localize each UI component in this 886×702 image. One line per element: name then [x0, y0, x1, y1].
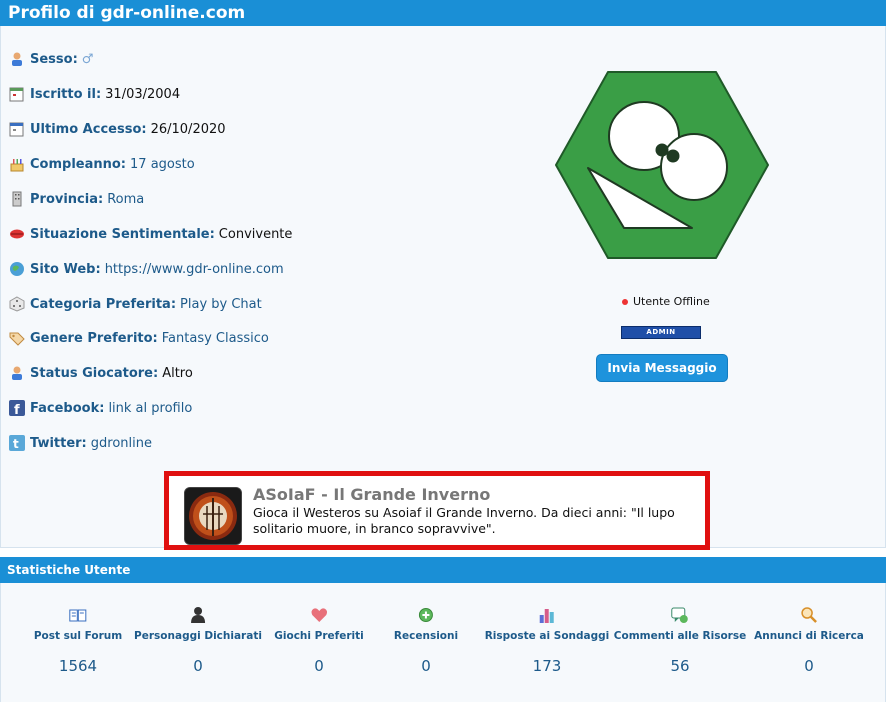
game-logo-image[interactable]: [184, 487, 242, 545]
stat-recensioni[interactable]: Recensioni 0: [394, 606, 458, 675]
calendar-icon: [9, 86, 25, 102]
plus-circle-icon: [417, 606, 435, 624]
stat-giochi-preferiti[interactable]: Giochi Preferiti 0: [274, 606, 364, 675]
field-ultimo-accesso: Ultimo Accesso: 26/10/2020: [9, 119, 226, 139]
stat-risposte-sondaggi[interactable]: Risposte ai Sondaggi 173: [485, 606, 609, 675]
calendar-icon: [9, 121, 25, 137]
stats-title: Statistiche Utente: [0, 557, 886, 583]
field-status-giocatore: Status Giocatore: Altro: [9, 363, 193, 383]
comment-icon: [671, 606, 689, 624]
field-facebook: f Facebook: link al profilo: [9, 398, 192, 418]
field-provincia: Provincia: Roma: [9, 189, 144, 209]
facebook-icon: f: [9, 400, 25, 418]
user-icon: [9, 51, 25, 67]
magnifier-icon: [800, 606, 818, 624]
field-situazione-sentimentale: Situazione Sentimentale: Convivente: [9, 224, 292, 244]
field-compleanno: Compleanno: 17 agosto: [9, 154, 195, 174]
promo-banner[interactable]: ASoIaF - Il Grande Inverno Gioca il West…: [164, 471, 710, 550]
building-icon: [9, 191, 25, 207]
field-sito-web: Sito Web: https://www.gdr-online.com: [9, 259, 284, 279]
stats-panel: Post sul Forum 1564 Personaggi Dichiarat…: [0, 583, 886, 702]
facebook-link[interactable]: link al profilo: [108, 401, 192, 416]
send-message-button[interactable]: Invia Messaggio: [596, 354, 728, 382]
user-icon: [9, 365, 25, 381]
profile-page: Profilo di gdr-online.com Sesso: ♂ Iscri…: [0, 0, 886, 702]
person-icon: [189, 606, 207, 624]
field-categoria-preferita: Categoria Preferita: Play by Chat: [9, 294, 262, 314]
globe-icon: [9, 261, 25, 277]
status-indicator: Utente Offline: [622, 295, 710, 308]
avatar: [555, 71, 769, 259]
stat-personaggi[interactable]: Personaggi Dichiarati 0: [134, 606, 262, 675]
stat-annunci-ricerca[interactable]: Annunci di Ricerca 0: [754, 606, 864, 675]
bar-chart-icon: [538, 606, 556, 624]
offline-dot-icon: [622, 298, 628, 305]
dice-icon: [9, 296, 25, 312]
twitter-link[interactable]: gdronline: [91, 436, 152, 451]
svg-text:t: t: [13, 437, 19, 451]
website-link[interactable]: https://www.gdr-online.com: [105, 262, 284, 277]
profile-panel: Sesso: ♂ Iscritto il: 31/03/2004 Ultimo …: [0, 26, 886, 548]
book-icon: [69, 606, 87, 624]
admin-badge: ADMIN: [621, 326, 701, 339]
tag-icon: [9, 330, 25, 346]
lips-icon: [9, 226, 25, 242]
field-genere-preferito: Genere Preferito: Fantasy Classico: [9, 328, 269, 348]
page-title: Profilo di gdr-online.com: [0, 0, 886, 26]
stat-commenti-risorse[interactable]: Commenti alle Risorse 56: [614, 606, 746, 675]
field-twitter: t Twitter: gdronline: [9, 433, 152, 453]
field-iscritto: Iscritto il: 31/03/2004: [9, 84, 180, 104]
promo-description: Gioca il Westeros su Asoiaf il Grande In…: [253, 505, 675, 536]
twitter-icon: t: [9, 435, 25, 451]
promo-title[interactable]: ASoIaF - Il Grande Inverno: [253, 485, 490, 504]
svg-text:f: f: [14, 403, 20, 416]
gender-icon: ♂: [81, 51, 94, 67]
cake-icon: [9, 156, 25, 172]
field-sesso: Sesso: ♂: [9, 49, 93, 69]
heart-icon: [310, 606, 328, 624]
stat-post-forum[interactable]: Post sul Forum 1564: [34, 606, 122, 675]
